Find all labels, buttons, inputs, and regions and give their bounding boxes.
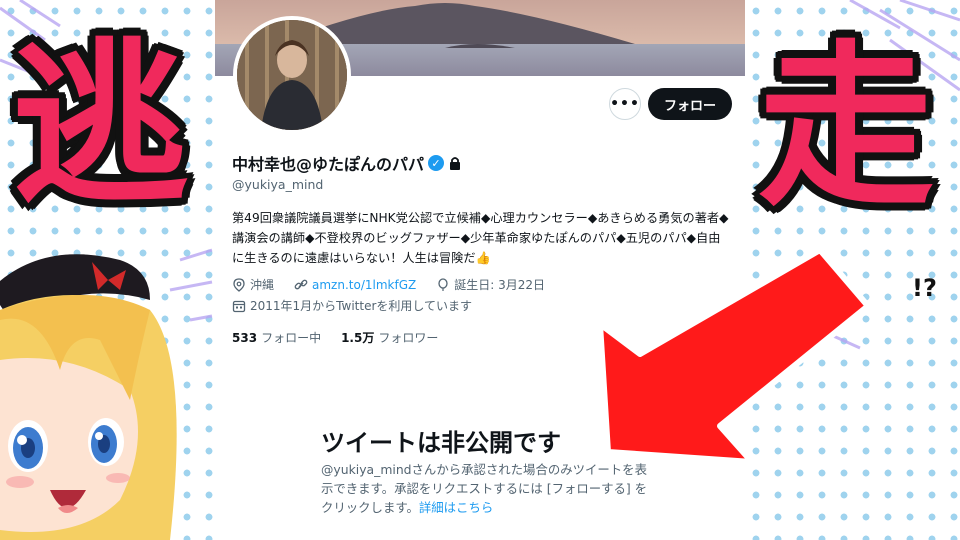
anime-girl-illustration	[0, 254, 177, 540]
overlay-exclamation: !?	[912, 274, 937, 302]
overlay-right-character: 走	[758, 25, 935, 230]
overlay-left-character: 逃	[12, 23, 189, 228]
